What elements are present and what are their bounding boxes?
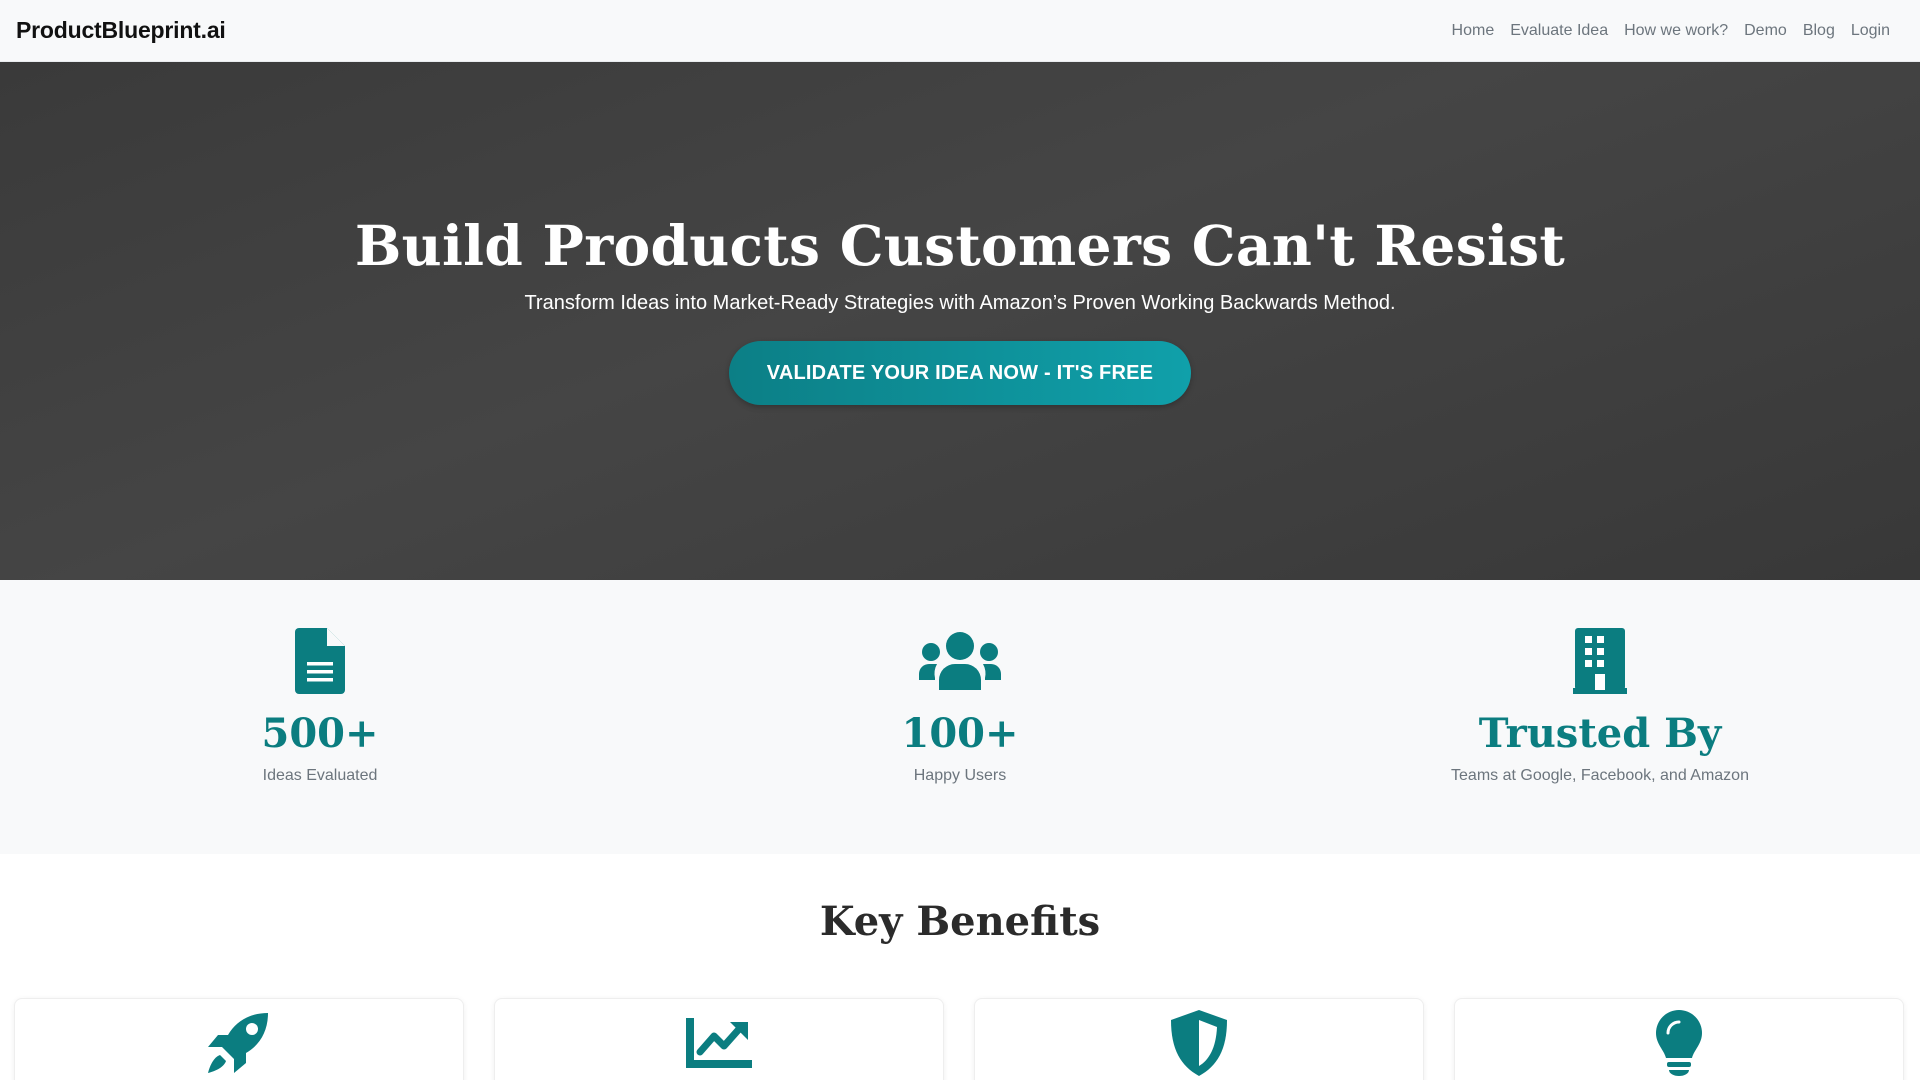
benefits-title: Key Benefits [819,898,1101,945]
stat-value: 500+ [261,710,379,757]
lightbulb-icon [1656,1010,1702,1076]
nav-evaluate-idea[interactable]: Evaluate Idea [1502,22,1616,40]
hero-title: Build Products Customers Can't Resist [354,213,1566,278]
benefit-card [494,998,944,1080]
stat-label: Ideas Evaluated [262,767,378,784]
hero-subtitle: Transform Ideas into Market-Ready Strate… [524,292,1396,314]
stat-happy-users: 100+ Happy Users [640,580,1280,854]
nav-blog[interactable]: Blog [1795,22,1843,40]
hero-section: Build Products Customers Can't Resist Tr… [0,62,1920,580]
benefit-card [1454,998,1904,1080]
rocket-icon [206,1011,272,1075]
validate-idea-button[interactable]: VALIDATE YOUR IDEA NOW - IT'S FREE [729,341,1191,405]
stat-trusted-by: Trusted By Teams at Google, Facebook, an… [1280,580,1920,854]
brand-logo[interactable]: ProductBlueprint.ai [16,17,226,44]
chart-line-icon [686,1011,752,1075]
stats-section: 500+ Ideas Evaluated 100+ Happy Users Tr… [0,580,1920,854]
stat-label: Teams at Google, Facebook, and Amazon [1451,767,1749,784]
shield-icon [1169,1010,1229,1076]
building-icon [1573,626,1627,696]
nav-how-we-work[interactable]: How we work? [1616,22,1736,40]
benefits-section: Key Benefits [0,854,1920,1080]
navbar: ProductBlueprint.ai Home Evaluate Idea H… [0,0,1920,62]
nav-login[interactable]: Login [1843,22,1898,40]
nav-demo[interactable]: Demo [1736,22,1795,40]
benefit-card [14,998,464,1080]
benefit-card [974,998,1424,1080]
stat-value: Trusted By [1478,710,1722,757]
nav-home[interactable]: Home [1444,22,1503,40]
stat-label: Happy Users [913,767,1007,784]
stat-ideas-evaluated: 500+ Ideas Evaluated [0,580,640,854]
nav-links: Home Evaluate Idea How we work? Demo Blo… [1444,22,1904,40]
document-icon [295,626,345,696]
stat-value: 100+ [901,710,1019,757]
users-icon [919,626,1001,696]
benefit-cards [14,998,1906,1080]
